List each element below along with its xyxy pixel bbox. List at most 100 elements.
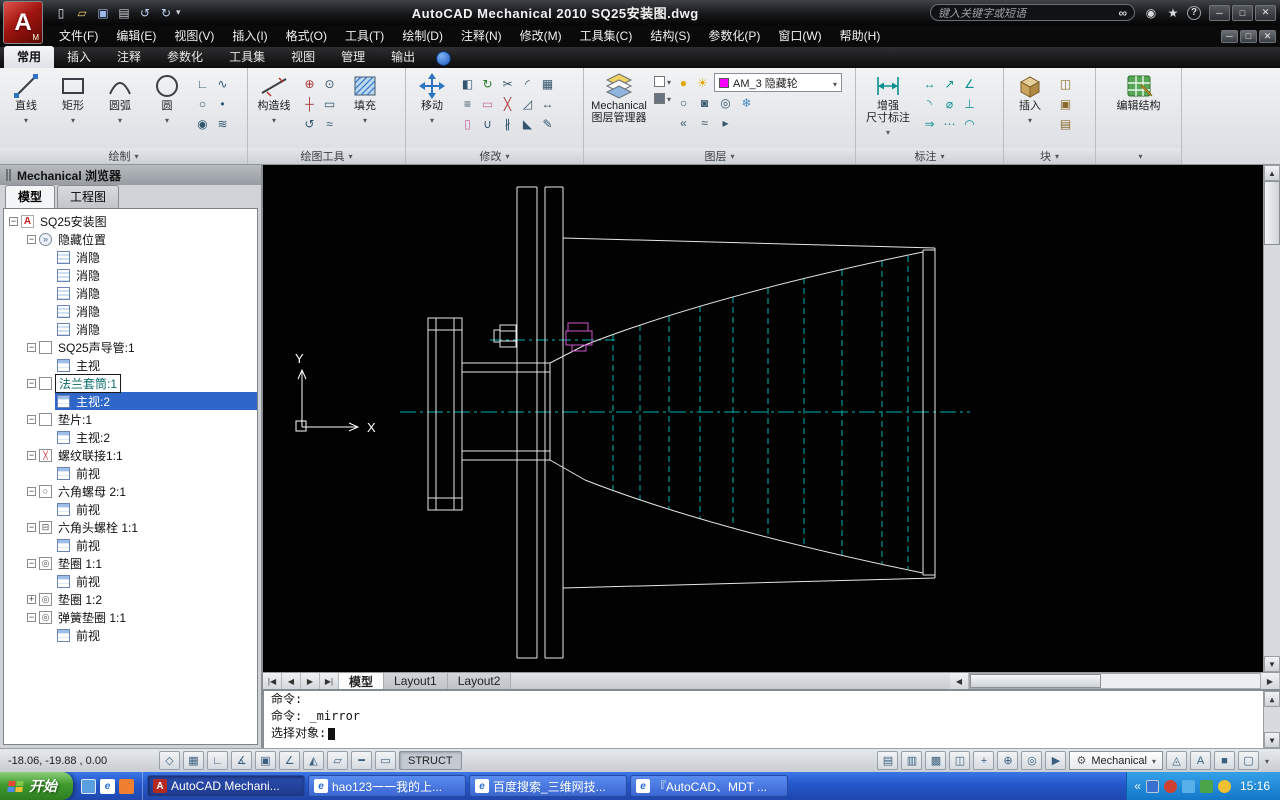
menu-item[interactable]: 注释(N) <box>452 25 511 47</box>
tree-row[interactable]: 消隐 <box>4 248 257 266</box>
panel-label-layers[interactable]: 图层 <box>584 148 855 164</box>
ribbon-tab[interactable]: 常用 <box>4 46 55 68</box>
dim-angular-icon[interactable] <box>960 74 979 93</box>
tree-item-label[interactable]: 主视 <box>73 357 103 374</box>
tree-item-label[interactable]: 弹簧垫圈 1:1 <box>55 609 129 626</box>
dim-baseline-icon[interactable] <box>920 114 939 133</box>
language-icon[interactable] <box>1145 779 1159 793</box>
tree-item-label[interactable]: 六角螺母 2:1 <box>55 483 129 500</box>
task-button[interactable]: 『AutoCAD、MDT ... <box>630 775 788 797</box>
panel-label-drawtools[interactable]: 绘图工具 <box>248 148 405 164</box>
tree-item-label[interactable]: 主视:2 <box>73 429 113 446</box>
layer-manager-button[interactable]: Mechanical 图层管理器 <box>587 70 651 126</box>
chamfer-icon[interactable] <box>518 114 537 133</box>
tree-row[interactable]: 前视 <box>4 500 257 518</box>
tree-expander-icon[interactable] <box>27 342 36 352</box>
layout-tab[interactable]: Layout2 <box>447 673 512 689</box>
tree-row[interactable]: 主视 <box>4 356 257 374</box>
tree-row[interactable]: 六角螺母 2:1 <box>4 482 257 500</box>
offset-icon[interactable] <box>458 94 477 113</box>
layer-off-icon[interactable] <box>674 93 693 112</box>
menu-item[interactable]: 窗口(W) <box>769 25 830 47</box>
tree-expander-icon[interactable] <box>9 216 18 226</box>
tree-row[interactable]: 消隐 <box>4 302 257 320</box>
polar-icon[interactable] <box>231 751 252 770</box>
tree-row[interactable]: SQ25安装图 <box>4 212 257 230</box>
array-icon[interactable] <box>538 74 557 93</box>
layer-match-icon[interactable] <box>695 113 714 132</box>
ribbon-tab[interactable]: 注释 <box>104 46 154 68</box>
tree-row[interactable]: 垫圈 1:2 <box>4 590 257 608</box>
tree-row[interactable]: 垫圈 1:1 <box>4 554 257 572</box>
polyline-icon[interactable] <box>193 74 212 93</box>
application-menu-button[interactable]: A M <box>3 1 43 44</box>
menu-item[interactable]: 视图(V) <box>165 25 223 47</box>
tree-item-label[interactable]: 消隐 <box>73 267 103 284</box>
layout-tab[interactable]: Layout1 <box>384 673 448 689</box>
erase-icon[interactable] <box>478 94 497 113</box>
tree-row[interactable]: 前视 <box>4 626 257 644</box>
freeze-icon[interactable] <box>737 93 756 112</box>
object-color-button[interactable] <box>654 74 671 88</box>
tree-item-label[interactable]: 消隐 <box>73 285 103 302</box>
power-dimension-button[interactable]: 增强 尺寸标注 <box>859 70 917 140</box>
centerline-icon[interactable] <box>300 94 319 113</box>
tree-row[interactable]: 法兰套筒:1 <box>4 373 257 393</box>
plot-icon[interactable] <box>115 4 133 21</box>
revision-cloud-icon[interactable] <box>213 114 232 133</box>
object-linetype-button[interactable] <box>654 91 671 105</box>
clock[interactable]: 15:16 <box>1240 779 1270 793</box>
ribbon-tab[interactable]: 管理 <box>328 46 378 68</box>
panel-label-draw[interactable]: 绘制 <box>0 148 247 164</box>
favorites-star-icon[interactable]: ★ <box>1165 5 1181 21</box>
undo-icon[interactable] <box>136 4 154 21</box>
zoom-icon[interactable] <box>997 751 1019 770</box>
scroll-left-icon[interactable]: ◀ <box>950 673 969 689</box>
update-icon[interactable] <box>1217 779 1231 793</box>
join-icon[interactable] <box>478 114 497 133</box>
dim-diameter-icon[interactable] <box>940 94 959 113</box>
tree-item-label[interactable]: 法兰套筒:1 <box>55 373 122 393</box>
power-erase-icon[interactable] <box>458 114 477 133</box>
ortho-icon[interactable] <box>207 751 228 770</box>
network-icon[interactable] <box>1199 779 1213 793</box>
tree-row[interactable]: 螺纹联接1:1 <box>4 446 257 464</box>
last-tab-button[interactable]: ▶| <box>320 673 339 689</box>
rotate-icon[interactable] <box>478 74 497 93</box>
command-line-window[interactable]: 命令: 命令: _mirror 选择对象: ▲ ▼ <box>263 689 1280 748</box>
panel-label-block[interactable]: 块 <box>1004 148 1095 164</box>
point-ref-icon[interactable] <box>320 74 339 93</box>
tree-expander-icon[interactable] <box>27 522 36 532</box>
tree-row[interactable]: 前视 <box>4 464 257 482</box>
snap-icon[interactable] <box>159 751 180 770</box>
lwt-icon[interactable] <box>351 751 372 770</box>
tree-expander-icon[interactable] <box>27 234 36 244</box>
vertical-scroll-thumb[interactable] <box>1264 181 1280 245</box>
struct-toggle-button[interactable]: STRUCT <box>399 751 462 770</box>
tree-row[interactable]: 消隐 <box>4 266 257 284</box>
rectangle-button[interactable]: 矩形 <box>50 70 96 128</box>
trim-icon[interactable] <box>498 74 517 93</box>
dim-aligned-icon[interactable] <box>940 74 959 93</box>
palette-tab[interactable]: 工程图 <box>57 185 120 208</box>
child-close-button[interactable]: ✕ <box>1259 29 1276 43</box>
tree-item-label[interactable]: 垫圈 1:1 <box>55 555 105 572</box>
tree-row[interactable]: 垫片:1 <box>4 410 257 428</box>
horizontal-scroll-track[interactable] <box>969 673 1261 689</box>
menu-item[interactable]: 修改(M) <box>511 25 571 47</box>
tree-row[interactable]: 主视:2 <box>4 392 257 410</box>
tree-expander-icon[interactable] <box>27 378 36 388</box>
annotation-visibility-icon[interactable] <box>1165 751 1187 770</box>
ie-quick-icon[interactable] <box>100 778 115 794</box>
point-icon[interactable] <box>213 94 232 113</box>
layer-iso-icon[interactable] <box>716 93 735 112</box>
menu-item[interactable]: 结构(S) <box>641 25 699 47</box>
tree-expander-icon[interactable] <box>27 486 36 496</box>
block-edit-icon[interactable] <box>1056 94 1075 113</box>
dim-linear-icon[interactable] <box>920 74 939 93</box>
tree-row[interactable]: 前视 <box>4 572 257 590</box>
ducs-icon[interactable] <box>303 751 324 770</box>
task-button[interactable]: 百度搜索_三维网技... <box>469 775 627 797</box>
horizontal-scroll-thumb[interactable] <box>970 674 1101 688</box>
hatch-button[interactable]: 填充 <box>342 70 388 128</box>
